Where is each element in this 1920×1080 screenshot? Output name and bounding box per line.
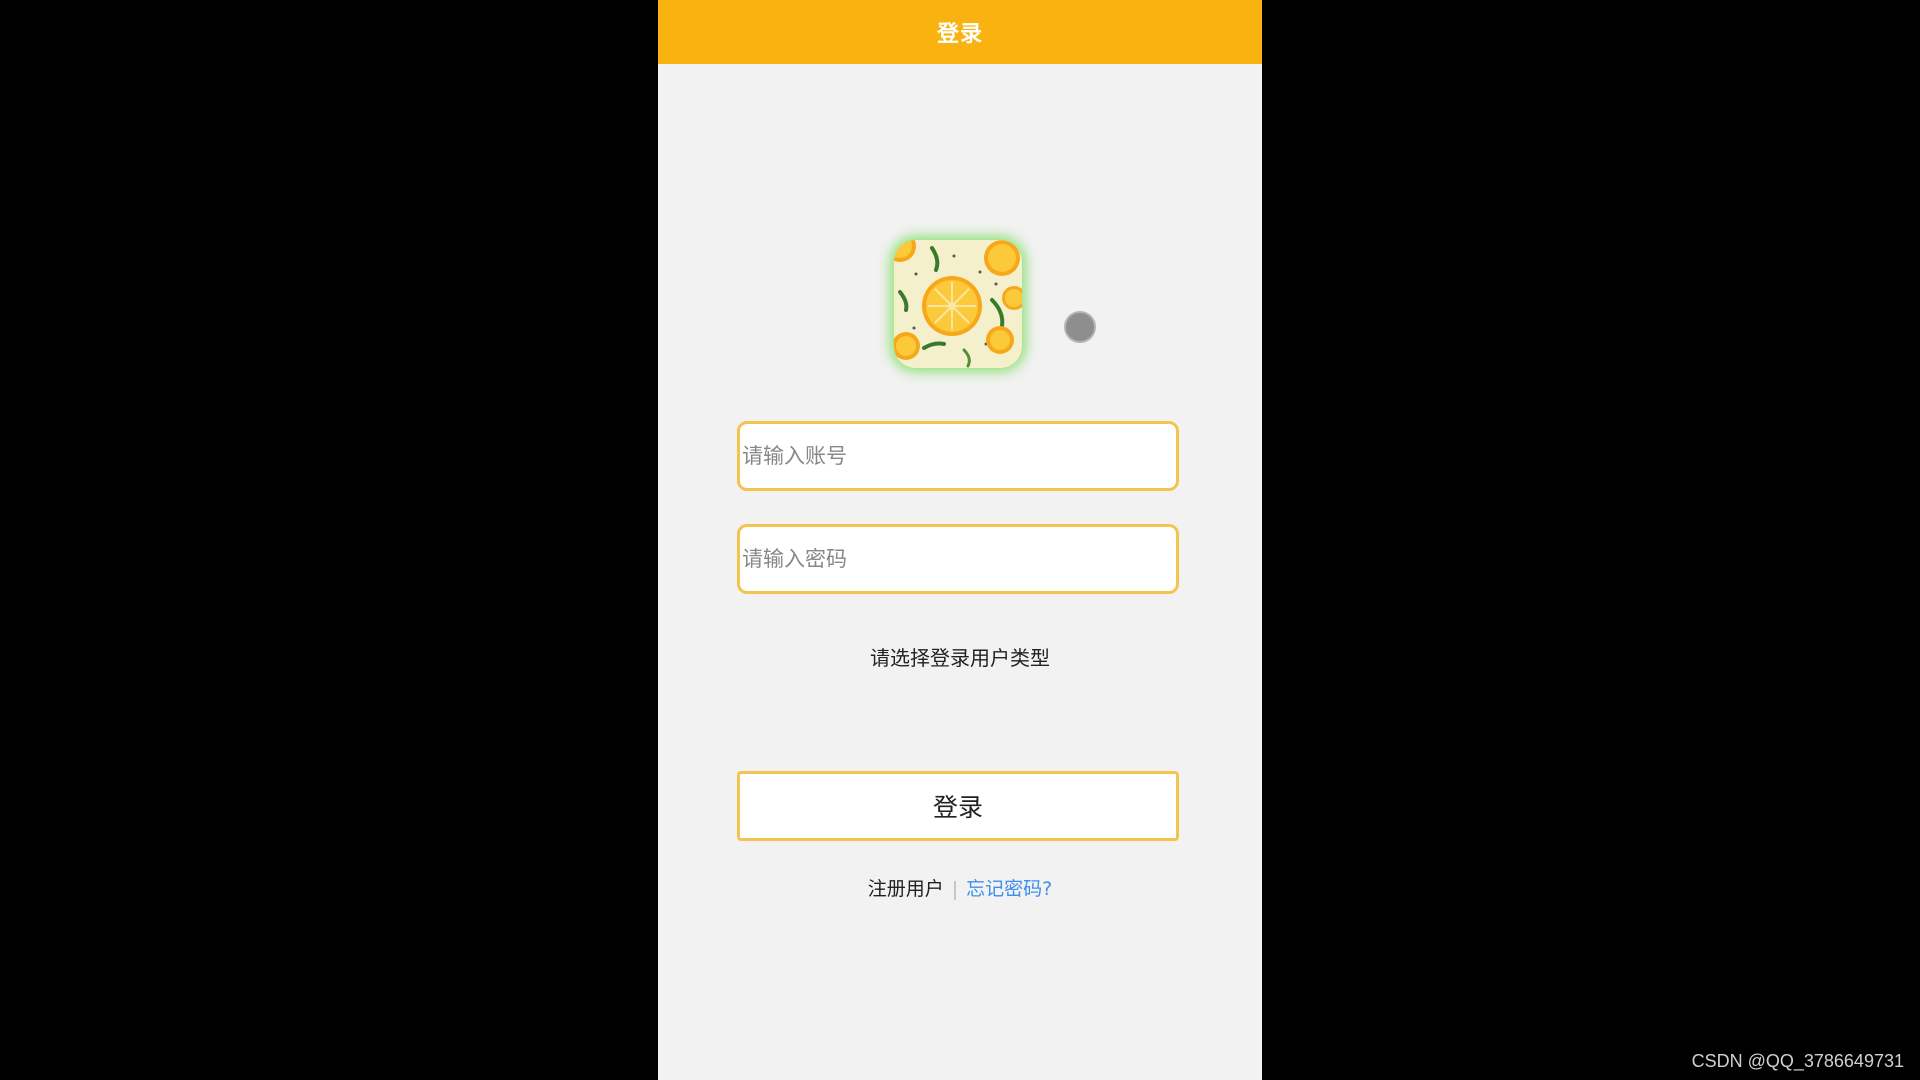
password-field[interactable] — [737, 524, 1179, 594]
login-button[interactable]: 登录 — [737, 771, 1179, 841]
link-separator: | — [951, 878, 959, 900]
footer-links: 注册用户 | 忘记密码? — [658, 874, 1262, 901]
account-input[interactable] — [740, 424, 1176, 488]
title-bar: 登录 — [658, 0, 1262, 64]
user-type-selector[interactable]: 请选择登录用户类型 — [658, 642, 1262, 671]
account-field[interactable] — [737, 421, 1179, 491]
phone-screen: 登录 请输入账号 请选择登录用户类型 登录 注册用户 | 忘记密码? — [658, 0, 1262, 1080]
register-link[interactable]: 注册用户 — [868, 878, 944, 900]
watermark: CSDN @QQ_3786649731 — [1691, 1051, 1904, 1071]
password-input[interactable] — [740, 527, 1176, 591]
floating-dot-icon[interactable] — [1064, 311, 1096, 343]
forgot-password-link[interactable]: 忘记密码? — [966, 878, 1052, 900]
page-title: 登录 — [936, 22, 983, 47]
lemon-avatar-icon[interactable] — [894, 240, 1022, 368]
